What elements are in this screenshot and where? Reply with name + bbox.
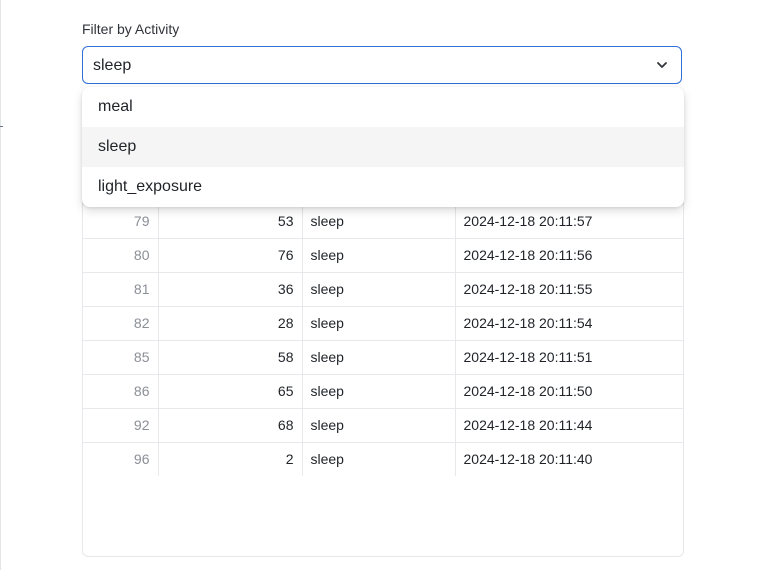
row-index-cell: 79	[83, 204, 158, 239]
value-cell: 28	[157, 306, 302, 341]
filter-label: Filter by Activity	[82, 21, 180, 37]
row-index-cell: 82	[83, 306, 158, 341]
dropdown-option-sleep[interactable]: sleep	[82, 127, 684, 167]
timestamp-cell: 2024-12-18 20:11:55	[454, 272, 683, 307]
timestamp-cell: 2024-12-18 20:11:40	[454, 442, 683, 476]
value-cell: 58	[157, 340, 302, 375]
row-index-cell: 80	[83, 238, 158, 273]
table-row[interactable]: 92 68 sleep 2024-12-18 20:11:44	[83, 408, 683, 443]
dropdown-option-meal[interactable]: meal	[82, 87, 684, 127]
table-row[interactable]: 86 65 sleep 2024-12-18 20:11:50	[83, 374, 683, 409]
activity-cell: sleep	[301, 204, 455, 239]
row-index-cell: 86	[83, 374, 158, 409]
activity-cell: sleep	[301, 306, 455, 341]
timestamp-cell: 2024-12-18 20:11:44	[454, 408, 683, 443]
row-index-cell: 85	[83, 340, 158, 375]
timestamp-cell: 2024-12-18 20:11:51	[454, 340, 683, 375]
activity-select[interactable]: sleep	[82, 46, 682, 84]
activity-cell: sleep	[301, 442, 455, 476]
chevron-down-icon	[657, 62, 667, 68]
activity-cell: sleep	[301, 340, 455, 375]
left-panel-border	[0, 0, 1, 570]
dropdown-option-light-exposure[interactable]: light_exposure	[82, 167, 684, 207]
row-index-cell: 92	[83, 408, 158, 443]
row-index-cell: 96	[133, 451, 150, 468]
value-cell: 68	[157, 408, 302, 443]
activity-cell: sleep	[301, 374, 455, 409]
activity-dropdown-menu: meal sleep light_exposure	[82, 87, 684, 207]
value-cell: 36	[157, 272, 302, 307]
table-row[interactable]: 82 28 sleep 2024-12-18 20:11:54	[83, 306, 683, 341]
timestamp-cell: 2024-12-18 20:11:56	[454, 238, 683, 273]
value-cell: 65	[157, 374, 302, 409]
table-row[interactable]: 96 2 sleep 2024-12-18 20:11:40	[83, 442, 683, 476]
table-row[interactable]: 81 36 sleep 2024-12-18 20:11:55	[83, 272, 683, 307]
activity-cell: sleep	[301, 238, 455, 273]
value-cell: 2	[157, 442, 302, 476]
left-panel-marker	[0, 126, 3, 127]
activity-select-value: sleep	[93, 57, 132, 74]
timestamp-cell: 2024-12-18 20:11:50	[454, 374, 683, 409]
table-row[interactable]: 85 58 sleep 2024-12-18 20:11:51	[83, 340, 683, 375]
value-cell: 53	[157, 204, 302, 239]
activity-cell: sleep	[301, 272, 455, 307]
table-row[interactable]: 79 53 sleep 2024-12-18 20:11:57	[83, 204, 683, 239]
timestamp-cell: 2024-12-18 20:11:54	[454, 306, 683, 341]
activity-cell: sleep	[301, 408, 455, 443]
table-row[interactable]: 80 76 sleep 2024-12-18 20:11:56	[83, 238, 683, 273]
timestamp-cell: 2024-12-18 20:11:57	[454, 204, 683, 239]
row-index-cell: 81	[83, 272, 158, 307]
value-cell: 76	[157, 238, 302, 273]
